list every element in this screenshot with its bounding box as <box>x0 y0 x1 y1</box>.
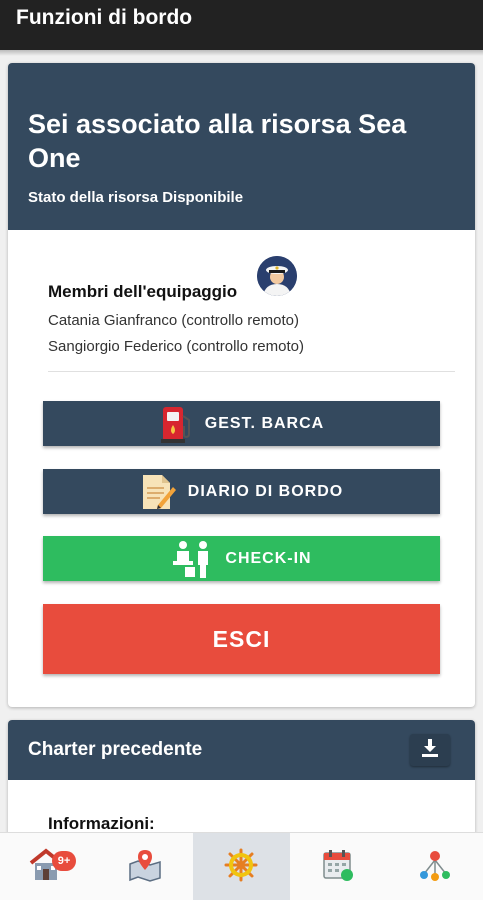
esci-button[interactable]: ESCI <box>43 604 440 674</box>
resource-heading: Sei associato alla risorsa Sea One <box>28 109 407 173</box>
bottom-nav: 9+ <box>0 832 483 900</box>
download-icon <box>420 738 440 763</box>
check-in-label: CHECK-IN <box>225 549 312 567</box>
crew-section: Membri dell'equipaggio Catania Gianfranc… <box>8 230 475 375</box>
gest-barca-button[interactable]: GEST. BARCA <box>43 401 440 446</box>
network-icon <box>418 848 452 887</box>
nav-network[interactable] <box>386 833 483 900</box>
divider <box>48 371 455 372</box>
diario-di-bordo-button[interactable]: DIARIO DI BORDO <box>43 469 440 514</box>
map-pin-icon <box>128 848 162 887</box>
ship-wheel-icon <box>224 848 258 887</box>
crew-member: Catania Gianfranco (controllo remoto) <box>48 312 299 329</box>
diario-di-bordo-label: DIARIO DI BORDO <box>187 482 344 500</box>
crew-member: Sangiorgio Federico (controllo remoto) <box>48 338 304 355</box>
nav-map[interactable] <box>97 833 194 900</box>
gest-barca-label: GEST. BARCA <box>204 414 325 432</box>
download-button[interactable] <box>410 734 450 766</box>
notification-badge: 9+ <box>52 851 76 871</box>
calendar-icon <box>321 848 355 887</box>
nav-boat-functions[interactable] <box>193 833 290 900</box>
captain-avatar-icon <box>257 256 297 296</box>
charter-card-header: Charter precedente <box>8 720 475 780</box>
resource-card-header: Sei associato alla risorsa Sea One Stato… <box>8 63 475 230</box>
app-bar-shadow <box>0 50 483 56</box>
check-in-button[interactable]: CHECK-IN <box>43 536 440 581</box>
check-in-people-icon <box>171 539 213 579</box>
info-label: Informazioni: <box>48 814 155 833</box>
nav-calendar[interactable] <box>290 833 387 900</box>
esci-label: ESCI <box>212 625 271 652</box>
app-title: Funzioni di bordo <box>16 6 193 29</box>
fuel-pump-icon <box>159 404 193 444</box>
charter-card: Charter precedente Informazioni: <box>8 720 475 840</box>
resource-card: Sei associato alla risorsa Sea One Stato… <box>8 63 475 707</box>
resource-status: Stato della risorsa Disponibile <box>28 189 244 206</box>
charter-title: Charter precedente <box>28 739 203 760</box>
app-bar: Funzioni di bordo <box>0 0 483 50</box>
notepad-pencil-icon <box>140 473 176 511</box>
nav-home[interactable]: 9+ <box>0 833 97 900</box>
